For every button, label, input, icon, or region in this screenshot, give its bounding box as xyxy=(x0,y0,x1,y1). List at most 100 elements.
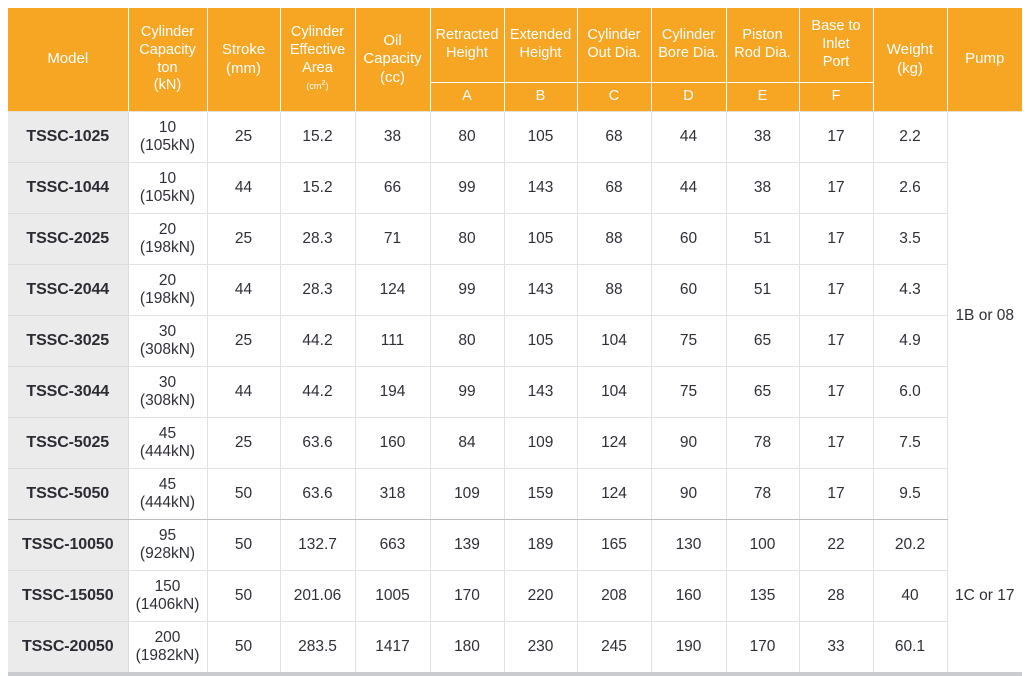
cell-f: 28 xyxy=(799,570,874,622)
cell-e: 51 xyxy=(726,213,800,265)
capacity-ton: 150 xyxy=(154,577,181,595)
e-line-1: Piston xyxy=(742,27,783,44)
cell-c: 208 xyxy=(577,570,652,622)
capacity-kn: (198kN) xyxy=(139,239,196,256)
cell-model: TSSC-3025 xyxy=(8,315,129,367)
cell-c: 68 xyxy=(577,111,652,163)
f-line-2: Inlet xyxy=(822,36,850,53)
table-body: TSSC-1025 10 (105kN) 25 15.2 38 80 105 68 44 38 17 2… xyxy=(8,111,1022,674)
stroke-line-2: (mm) xyxy=(226,59,261,77)
cell-f: 22 xyxy=(799,519,874,571)
cell-model: TSSC-15050 xyxy=(8,570,129,622)
table-row: TSSC-5025 45 (444kN) 25 63.6 160 84 109 124 90 78 1… xyxy=(8,417,1022,469)
cell-weight: 6.0 xyxy=(873,366,948,418)
cell-d: 130 xyxy=(651,519,727,571)
cell-oil: 318 xyxy=(355,468,431,520)
cell-area: 44.2 xyxy=(280,366,356,418)
column-header-oil-capacity: Oil Capacity (cc) xyxy=(355,8,431,112)
cell-a: 84 xyxy=(430,417,505,469)
cell-f: 17 xyxy=(799,366,874,418)
cell-a: 80 xyxy=(430,213,505,265)
cell-stroke: 50 xyxy=(207,468,281,520)
cell-e: 65 xyxy=(726,315,800,367)
table-row: TSSC-10050 95 (928kN) 50 132.7 663 139 189 165 13… xyxy=(8,519,1022,674)
table-row: TSSC-1025 10 (105kN) 25 15.2 38 80 105 68 44 38 17 2… xyxy=(8,111,1022,520)
cell-area: 283.5 xyxy=(280,621,356,674)
cell-e: 38 xyxy=(726,162,800,214)
cell-b: 143 xyxy=(504,264,578,316)
sub-header-b: B xyxy=(504,82,578,112)
cell-c: 104 xyxy=(577,315,652,367)
cell-stroke: 50 xyxy=(207,519,281,571)
capacity-kn: (1406kN) xyxy=(135,596,200,613)
cell-b: 105 xyxy=(504,315,578,367)
column-header-piston-rod-dia: Piston Rod Dia. xyxy=(726,8,800,83)
cell-f: 17 xyxy=(799,213,874,265)
cell-b: 220 xyxy=(504,570,578,622)
cell-weight: 4.9 xyxy=(873,315,948,367)
cell-weight: 3.5 xyxy=(873,213,948,265)
cell-c: 88 xyxy=(577,213,652,265)
cell-a: 80 xyxy=(430,111,505,163)
capacity-ton: 20 xyxy=(158,220,177,238)
column-header-effective-area: Cylinder Effective Area (cm2) xyxy=(280,8,356,112)
capacity-kn: (1982kN) xyxy=(135,647,200,664)
cell-oil: 38 xyxy=(355,111,431,163)
cell-f: 17 xyxy=(799,264,874,316)
capacity-kn: (105kN) xyxy=(139,188,196,205)
column-header-pump: Pump xyxy=(947,8,1022,112)
cell-cylinder-capacity: 20 (198kN) xyxy=(128,213,208,265)
cell-weight: 2.6 xyxy=(873,162,948,214)
cell-pump: 1C or 17 xyxy=(947,519,1022,674)
table-row: TSSC-2044 20 (198kN) 44 28.3 124 99 143 88 60 51 17… xyxy=(8,264,1022,316)
cell-b: 105 xyxy=(504,213,578,265)
column-header-extended-height: Extended Height xyxy=(504,8,578,83)
cell-weight: 20.2 xyxy=(873,519,948,571)
capacity-kn: (105kN) xyxy=(139,137,196,154)
cell-stroke: 25 xyxy=(207,417,281,469)
a-line-2: Height xyxy=(446,45,488,61)
cell-d: 90 xyxy=(651,468,727,520)
cell-area: 28.3 xyxy=(280,213,356,265)
cell-oil: 124 xyxy=(355,264,431,316)
cell-oil: 1417 xyxy=(355,621,431,674)
sub-header-e: E xyxy=(726,82,800,112)
cell-a: 99 xyxy=(430,162,505,214)
sub-header-d: D xyxy=(651,82,727,112)
cell-e: 78 xyxy=(726,417,800,469)
cell-model: TSSC-20050 xyxy=(8,621,129,674)
cell-stroke: 25 xyxy=(207,213,281,265)
cell-c: 165 xyxy=(577,519,652,571)
cell-f: 17 xyxy=(799,111,874,163)
capacity-ton: 10 xyxy=(158,169,177,187)
e-line-2: Rod Dia. xyxy=(734,45,791,61)
cell-area: 44.2 xyxy=(280,315,356,367)
sub-header-f: F xyxy=(799,82,874,112)
cell-f: 17 xyxy=(799,162,874,214)
capacity-ton: 30 xyxy=(158,373,177,391)
cell-oil: 71 xyxy=(355,213,431,265)
cell-a: 80 xyxy=(430,315,505,367)
capacity-ton: 30 xyxy=(158,322,177,340)
capacity-ton: 45 xyxy=(158,424,177,442)
capacity-kn: (308kN) xyxy=(139,392,196,409)
cell-weight: 9.5 xyxy=(873,468,948,520)
c-line-2: Out Dia. xyxy=(587,45,641,61)
cell-oil: 663 xyxy=(355,519,431,571)
cell-a: 139 xyxy=(430,519,505,571)
column-header-pump-label: Pump xyxy=(965,50,1005,68)
column-header-cylinder-out-dia: Cylinder Out Dia. xyxy=(577,8,652,83)
oil-line-3: (cc) xyxy=(380,68,405,86)
cell-f: 17 xyxy=(799,417,874,469)
cell-e: 170 xyxy=(726,621,800,674)
cell-stroke: 44 xyxy=(207,162,281,214)
column-header-retracted-height: Retracted Height xyxy=(430,8,505,83)
cell-b: 105 xyxy=(504,111,578,163)
cell-weight: 40 xyxy=(873,570,948,622)
cell-area: 63.6 xyxy=(280,417,356,469)
specification-table-container: Model Cylinder Capacity ton (kN) Stroke … xyxy=(8,8,1022,676)
header-row-main: Model Cylinder Capacity ton (kN) Stroke … xyxy=(8,8,1022,112)
cell-b: 159 xyxy=(504,468,578,520)
column-header-weight: Weight (kg) xyxy=(873,8,948,112)
cell-c: 68 xyxy=(577,162,652,214)
